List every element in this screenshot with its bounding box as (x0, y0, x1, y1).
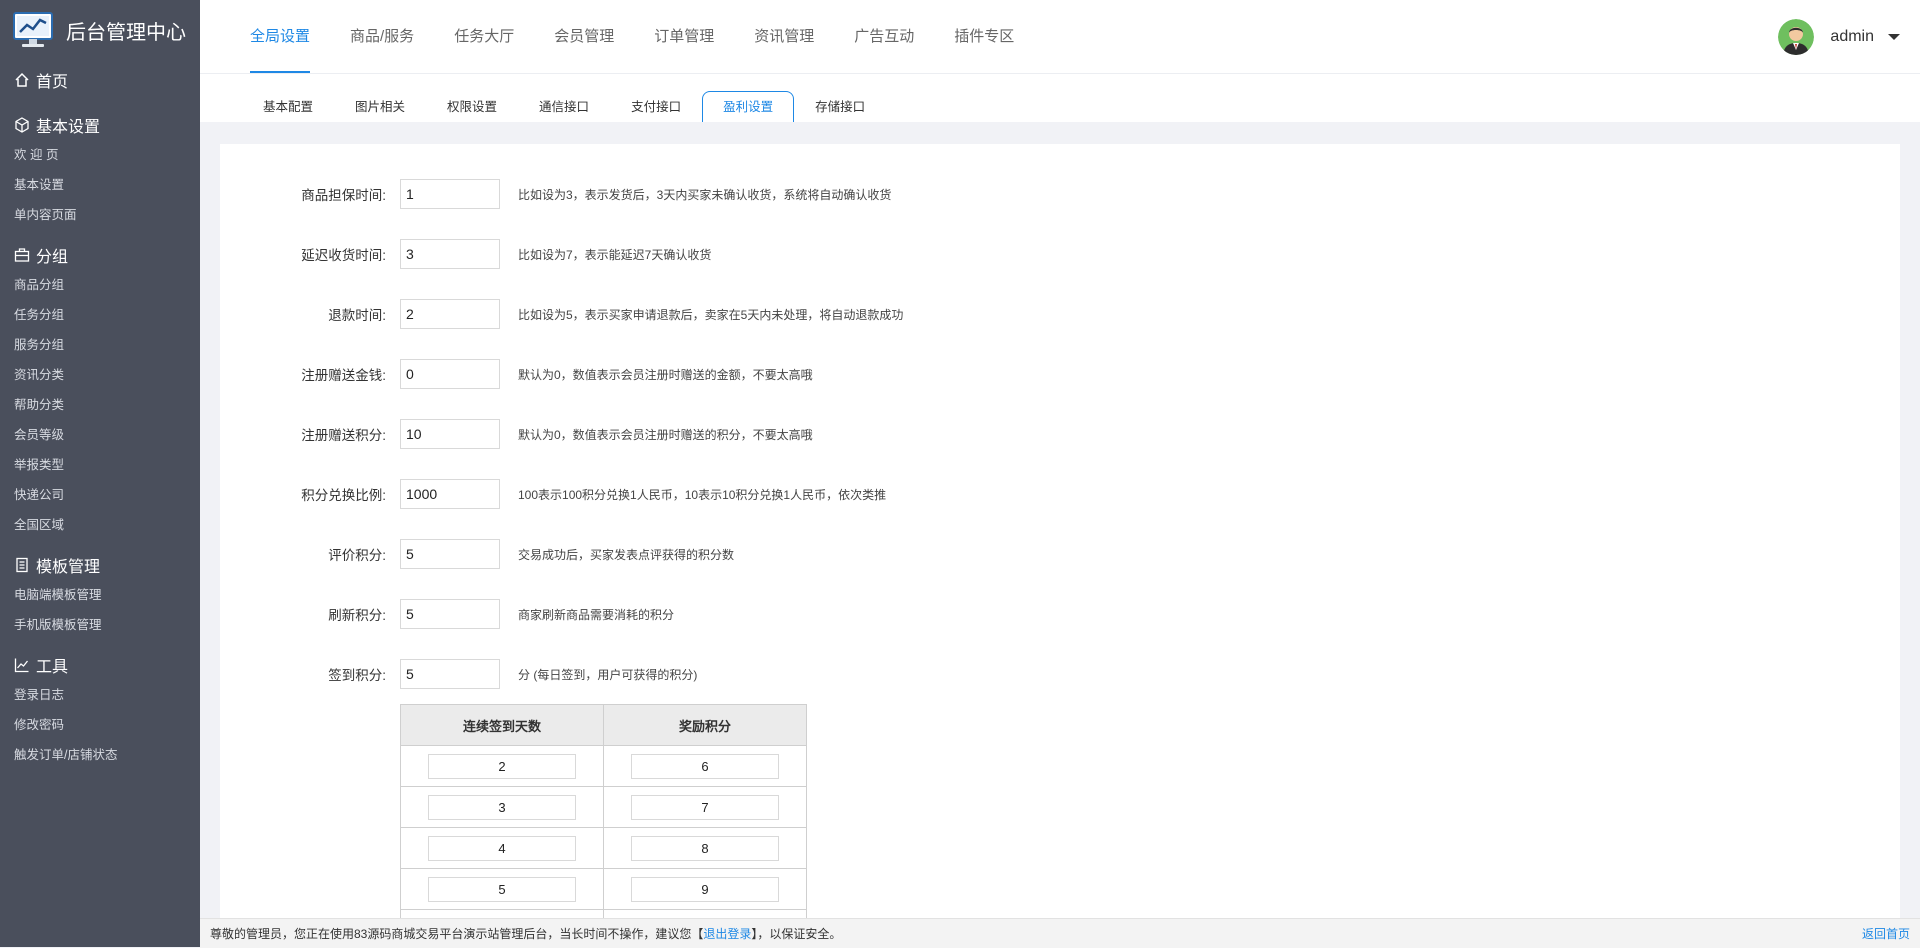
sidebar-group-title[interactable]: 工具 (14, 650, 200, 680)
sidebar-item-pc-template[interactable]: 电脑端模板管理 (14, 580, 200, 610)
footer-bar: 尊敬的管理员，您正在使用83源码商城交易平台演示站管理后台，当长时间不操作，建议… (200, 918, 1920, 948)
sidebar-group-grouping: 分组 商品分组 任务分组 服务分组 资讯分类 帮助分类 会员等级 举报类型 快递… (0, 240, 200, 540)
sidebar-group-basic: 基本设置 欢 迎 页 基本设置 单内容页面 (0, 110, 200, 230)
sidebar-item-welcome[interactable]: 欢 迎 页 (14, 140, 114, 170)
reward-points-input[interactable] (631, 794, 779, 820)
monitor-chart-icon (13, 12, 53, 47)
briefcase-icon (14, 248, 30, 262)
sidebar-item-basic-settings[interactable]: 基本设置 (14, 170, 114, 200)
sidebar-item-goods-group[interactable]: 商品分组 (14, 270, 114, 300)
logout-link[interactable]: 退出登录 (703, 927, 751, 941)
avatar[interactable] (1778, 18, 1815, 55)
home-icon (15, 72, 29, 87)
settings-form-panel: 商品担保时间: 比如设为3，表示发货后，3天内买家未确认收货，系统将自动确认收货… (220, 144, 1900, 920)
review-points-input[interactable] (400, 539, 500, 569)
topnav-member-management[interactable]: 会员管理 (534, 0, 634, 73)
form-row-guarantee-time: 商品担保时间: 比如设为3，表示发货后，3天内买家未确认收货，系统将自动确认收货 (220, 178, 891, 210)
reward-points-input[interactable] (631, 835, 779, 861)
sidebar-group-title[interactable]: 分组 (14, 240, 200, 270)
sidebar-item-mobile-template[interactable]: 手机版模板管理 (14, 610, 200, 640)
table-header: 连续签到天数 (400, 704, 604, 746)
table-row (400, 786, 807, 828)
tab-communication[interactable]: 通信接口 (518, 91, 610, 122)
logo[interactable]: 后台管理中心 (0, 0, 200, 60)
sidebar-item-member-level[interactable]: 会员等级 (14, 420, 114, 450)
tab-image[interactable]: 图片相关 (334, 91, 426, 122)
sign-reward-table: 连续签到天数 奖励积分 (400, 704, 807, 920)
topnav-ads[interactable]: 广告互动 (834, 0, 934, 73)
topnav-plugins[interactable]: 插件专区 (934, 0, 1034, 73)
form-row-register-money: 注册赠送金钱: 默认为0，数值表示会员注册时赠送的金额，不要太高哦 (220, 358, 813, 390)
refund-time-input[interactable] (400, 299, 500, 329)
user-avatar-icon (1778, 18, 1815, 55)
sidebar-item-express-company[interactable]: 快递公司 (14, 480, 114, 510)
form-row-refund-time: 退款时间: 比如设为5，表示买家申请退款后，卖家在5天内未处理，将自动退款成功 (220, 298, 903, 330)
form-row-register-points: 注册赠送积分: 默认为0，数值表示会员注册时赠送的积分，不要太高哦 (220, 418, 813, 450)
sidebar-group-title[interactable]: 模板管理 (14, 550, 200, 580)
sidebar-item-help-category[interactable]: 帮助分类 (14, 390, 114, 420)
topnav-goods-services[interactable]: 商品/服务 (330, 0, 434, 73)
form-row-points-ratio: 积分兑换比例: 100表示100积分兑换1人民币，10表示10积分兑换1人民币，… (220, 478, 886, 510)
sign-days-input[interactable] (428, 835, 576, 861)
topnav-task-hall[interactable]: 任务大厅 (434, 0, 534, 73)
sidebar-group-title[interactable]: 基本设置 (14, 110, 200, 140)
sidebar-item-home[interactable]: 首页 (0, 60, 200, 100)
username: admin (1830, 27, 1874, 45)
table-row (400, 827, 807, 869)
sidebar-item-regions[interactable]: 全国区域 (14, 510, 114, 540)
sidebar: 后台管理中心 首页 基本设置 欢 迎 页 基本设置 单内容页面 分组 商品分组 … (0, 0, 200, 947)
sign-days-input[interactable] (428, 876, 576, 902)
refresh-points-input[interactable] (400, 599, 500, 629)
tab-profit-settings[interactable]: 盈利设置 (702, 91, 795, 122)
sign-days-input[interactable] (428, 753, 576, 779)
form-row-delay-receipt: 延迟收货时间: 比如设为7，表示能延迟7天确认收货 (220, 238, 711, 270)
topnav-order-management[interactable]: 订单管理 (634, 0, 734, 73)
register-money-input[interactable] (400, 359, 500, 389)
document-icon (16, 557, 28, 573)
register-points-input[interactable] (400, 419, 500, 449)
sidebar-item-news-category[interactable]: 资讯分类 (14, 360, 114, 390)
reward-points-input[interactable] (631, 876, 779, 902)
chevron-down-icon[interactable] (1888, 33, 1900, 40)
sign-days-input[interactable] (428, 794, 576, 820)
delay-receipt-input[interactable] (400, 239, 500, 269)
chart-icon (14, 658, 29, 673)
reward-points-input[interactable] (631, 753, 779, 779)
settings-tabs: 基本配置 图片相关 权限设置 通信接口 支付接口 盈利设置 存储接口 (200, 74, 1920, 122)
sidebar-item-change-password[interactable]: 修改密码 (14, 710, 114, 740)
tab-payment[interactable]: 支付接口 (610, 91, 702, 122)
form-row-review-points: 评价积分: 交易成功后，买家发表点评获得的积分数 (220, 538, 734, 570)
cube-icon (15, 117, 29, 133)
table-row (400, 868, 807, 910)
tab-basic-config[interactable]: 基本配置 (242, 91, 334, 122)
tab-permissions[interactable]: 权限设置 (426, 91, 518, 122)
topnav-news-management[interactable]: 资讯管理 (734, 0, 834, 73)
user-menu[interactable]: admin (1778, 0, 1900, 73)
sidebar-item-single-page[interactable]: 单内容页面 (14, 200, 114, 230)
app-title: 后台管理中心 (66, 21, 186, 44)
top-navbar: 全局设置 商品/服务 任务大厅 会员管理 订单管理 资讯管理 广告互动 插件专区… (200, 0, 1920, 74)
guarantee-time-input[interactable] (400, 179, 500, 209)
form-row-refresh-points: 刷新积分: 商家刷新商品需要消耗的积分 (220, 598, 674, 630)
tab-storage[interactable]: 存储接口 (794, 91, 886, 122)
sidebar-item-task-group[interactable]: 任务分组 (14, 300, 114, 330)
security-notice: 尊敬的管理员，您正在使用83源码商城交易平台演示站管理后台，当长时间不操作，建议… (210, 927, 842, 941)
table-row (400, 745, 807, 787)
form-row-sign-points: 签到积分: 分 (每日签到，用户可获得的积分) (220, 658, 697, 690)
sidebar-group-tools: 工具 登录日志 修改密码 触发订单/店铺状态 (0, 650, 200, 770)
sidebar-item-trigger-status[interactable]: 触发订单/店铺状态 (14, 740, 200, 770)
sign-points-input[interactable] (400, 659, 500, 689)
sidebar-item-service-group[interactable]: 服务分组 (14, 330, 114, 360)
sidebar-item-report-type[interactable]: 举报类型 (14, 450, 114, 480)
back-home-link[interactable]: 返回首页 (1862, 925, 1910, 942)
sidebar-group-templates: 模板管理 电脑端模板管理 手机版模板管理 (0, 550, 200, 640)
table-header: 奖励积分 (603, 704, 807, 746)
points-ratio-input[interactable] (400, 479, 500, 509)
topnav-global-settings[interactable]: 全局设置 (250, 0, 330, 73)
sidebar-item-label: 首页 (36, 74, 69, 91)
top-nav: 全局设置 商品/服务 任务大厅 会员管理 订单管理 资讯管理 广告互动 插件专区 (250, 0, 1034, 73)
sidebar-item-login-log[interactable]: 登录日志 (14, 680, 114, 710)
